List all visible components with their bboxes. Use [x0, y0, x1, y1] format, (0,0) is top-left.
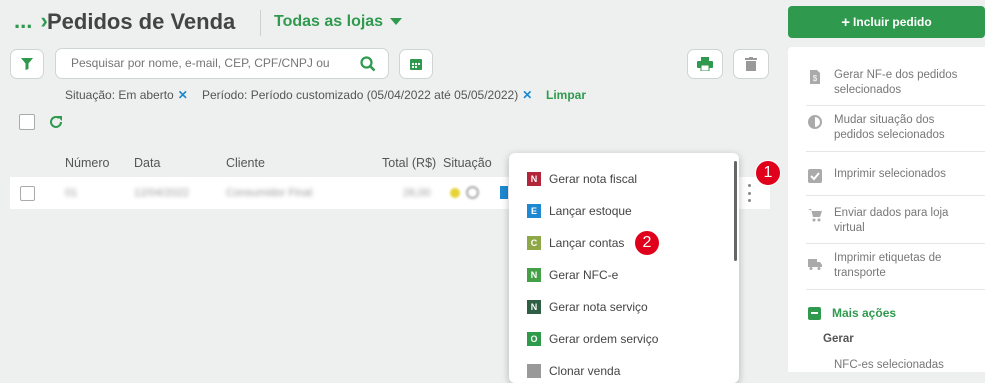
clone-icon [527, 364, 541, 378]
menu-item-label: Clonar venda [549, 364, 621, 378]
filter-chip-situacao-label: Situação: Em aberto [65, 88, 174, 102]
plus-icon: + [841, 13, 851, 31]
svg-text:$: $ [813, 74, 818, 83]
filter-chip-periodo: Período: Período customizado (05/04/2022… [202, 88, 532, 102]
caret-down-icon [390, 18, 403, 25]
calendar-icon [410, 59, 422, 70]
sidebar-item-label: Enviar dados para loja virtual [834, 207, 949, 234]
filter-button[interactable] [10, 49, 44, 79]
badge-c-icon: C [527, 236, 541, 250]
menu-item-gerar-ordem-servico[interactable]: O Gerar ordem serviço [527, 332, 658, 346]
row-actions-menu: N Gerar nota fiscal E Lançar estoque C Lanç… [509, 153, 739, 383]
title-divider [260, 10, 261, 36]
status-clock-icon [466, 186, 479, 199]
badge-n-icon: N [527, 172, 541, 186]
sidebar-divider [806, 289, 985, 290]
close-icon[interactable]: ✕ [178, 88, 188, 102]
store-filter-dropdown[interactable]: Todas as lojas [274, 13, 403, 31]
search-icon[interactable] [360, 56, 376, 72]
menu-item-lancar-contas[interactable]: C Lançar contas [527, 236, 624, 250]
calendar-button[interactable] [399, 49, 433, 79]
minus-square-icon [808, 306, 821, 320]
sidebar-divider [806, 105, 985, 106]
print-button[interactable] [687, 49, 723, 79]
sidebar-item-label: Mudar situação dos pedidos selecionados [834, 114, 945, 141]
delete-button[interactable] [733, 49, 769, 79]
refresh-icon[interactable] [49, 115, 63, 129]
menu-scrollbar[interactable] [734, 161, 737, 261]
menu-item-gerar-nfce[interactable]: N Gerar NFC-e [527, 268, 618, 282]
row-checkbox[interactable] [20, 186, 35, 201]
more-actions-label: Mais ações [832, 306, 897, 320]
column-header-cliente[interactable]: Cliente [226, 156, 265, 170]
sidebar-divider [806, 243, 985, 244]
breadcrumb[interactable]: ... › [14, 8, 48, 34]
sidebar-panel: $ Gerar NF-e dos pedidos selecionados Mu… [788, 47, 985, 372]
more-actions-toggle[interactable]: Mais ações [808, 306, 896, 320]
menu-item-label: Gerar ordem serviço [549, 332, 659, 346]
menu-item-lancar-estoque[interactable]: E Lançar estoque [527, 204, 632, 218]
row-tag-icon [500, 186, 508, 199]
badge-e-icon: E [527, 204, 541, 218]
row-numero: 01 [65, 187, 78, 199]
clear-filters-link[interactable]: Limpar [546, 88, 586, 102]
page-title: Pedidos de Venda [47, 9, 236, 34]
checkbox-icon [808, 169, 822, 183]
row-cliente: Consumidor Final [226, 187, 313, 199]
include-order-button[interactable]: + Incluir pedido [788, 6, 985, 38]
breadcrumb-dots[interactable]: ... [14, 8, 32, 33]
sidebar-item-label: Imprimir selecionados [834, 168, 946, 180]
filter-chip-situacao: Situação: Em aberto ✕ [65, 88, 188, 102]
status-dot-icon [450, 188, 460, 198]
trash-icon [745, 57, 757, 71]
close-icon[interactable]: ✕ [522, 88, 532, 102]
search-input[interactable] [71, 56, 331, 70]
menu-item-clonar-venda[interactable]: Clonar venda [527, 364, 620, 378]
half-circle-icon [808, 115, 822, 129]
menu-item-label: Gerar nota serviço [549, 300, 648, 314]
search-box[interactable] [55, 48, 389, 79]
menu-item-gerar-nota-servico[interactable]: N Gerar nota serviço [527, 300, 648, 314]
row-data: 12/04/2022 [134, 187, 190, 199]
annotation-marker-1: 1 [755, 160, 781, 186]
column-header-situacao[interactable]: Situação [443, 156, 492, 170]
badge-n-icon: N [527, 300, 541, 314]
include-order-label: Incluir pedido [853, 15, 932, 29]
column-header-numero[interactable]: Número [65, 156, 109, 170]
menu-item-label: Lançar contas [549, 236, 625, 250]
annotation-marker-2: 2 [634, 230, 660, 256]
column-header-total[interactable]: Total (R$) [382, 156, 436, 170]
filter-chip-periodo-label: Período: Período customizado (05/04/2022… [202, 88, 519, 102]
row-more-vert-icon[interactable] [748, 184, 752, 202]
truck-icon [808, 259, 822, 270]
section-heading-gerar: Gerar [823, 333, 854, 345]
column-header-data[interactable]: Data [134, 156, 160, 170]
file-dollar-icon: $ [810, 70, 820, 84]
funnel-icon [21, 58, 33, 70]
printer-icon [697, 57, 713, 71]
row-total: 26,00 [403, 187, 431, 199]
menu-item-label: Lançar estoque [549, 204, 632, 218]
sidebar-item-label: Gerar NF-e dos pedidos selecionados [834, 69, 958, 96]
store-filter-label: Todas as lojas [274, 13, 384, 30]
sidebar-divider [806, 151, 985, 152]
cart-icon [808, 209, 822, 222]
badge-n-icon: N [527, 268, 541, 282]
sidebar-divider [806, 195, 985, 196]
menu-item-gerar-nota-fiscal[interactable]: N Gerar nota fiscal [527, 172, 637, 186]
sidebar-sub-item-nfce[interactable]: NFC-es selecionadas [834, 359, 944, 371]
menu-item-label: Gerar NFC-e [549, 268, 619, 282]
select-all-checkbox[interactable] [19, 114, 35, 130]
menu-item-label: Gerar nota fiscal [549, 172, 638, 186]
sidebar-item-label: Imprimir etiquetas de transporte [834, 252, 942, 279]
badge-o-icon: O [527, 332, 541, 346]
